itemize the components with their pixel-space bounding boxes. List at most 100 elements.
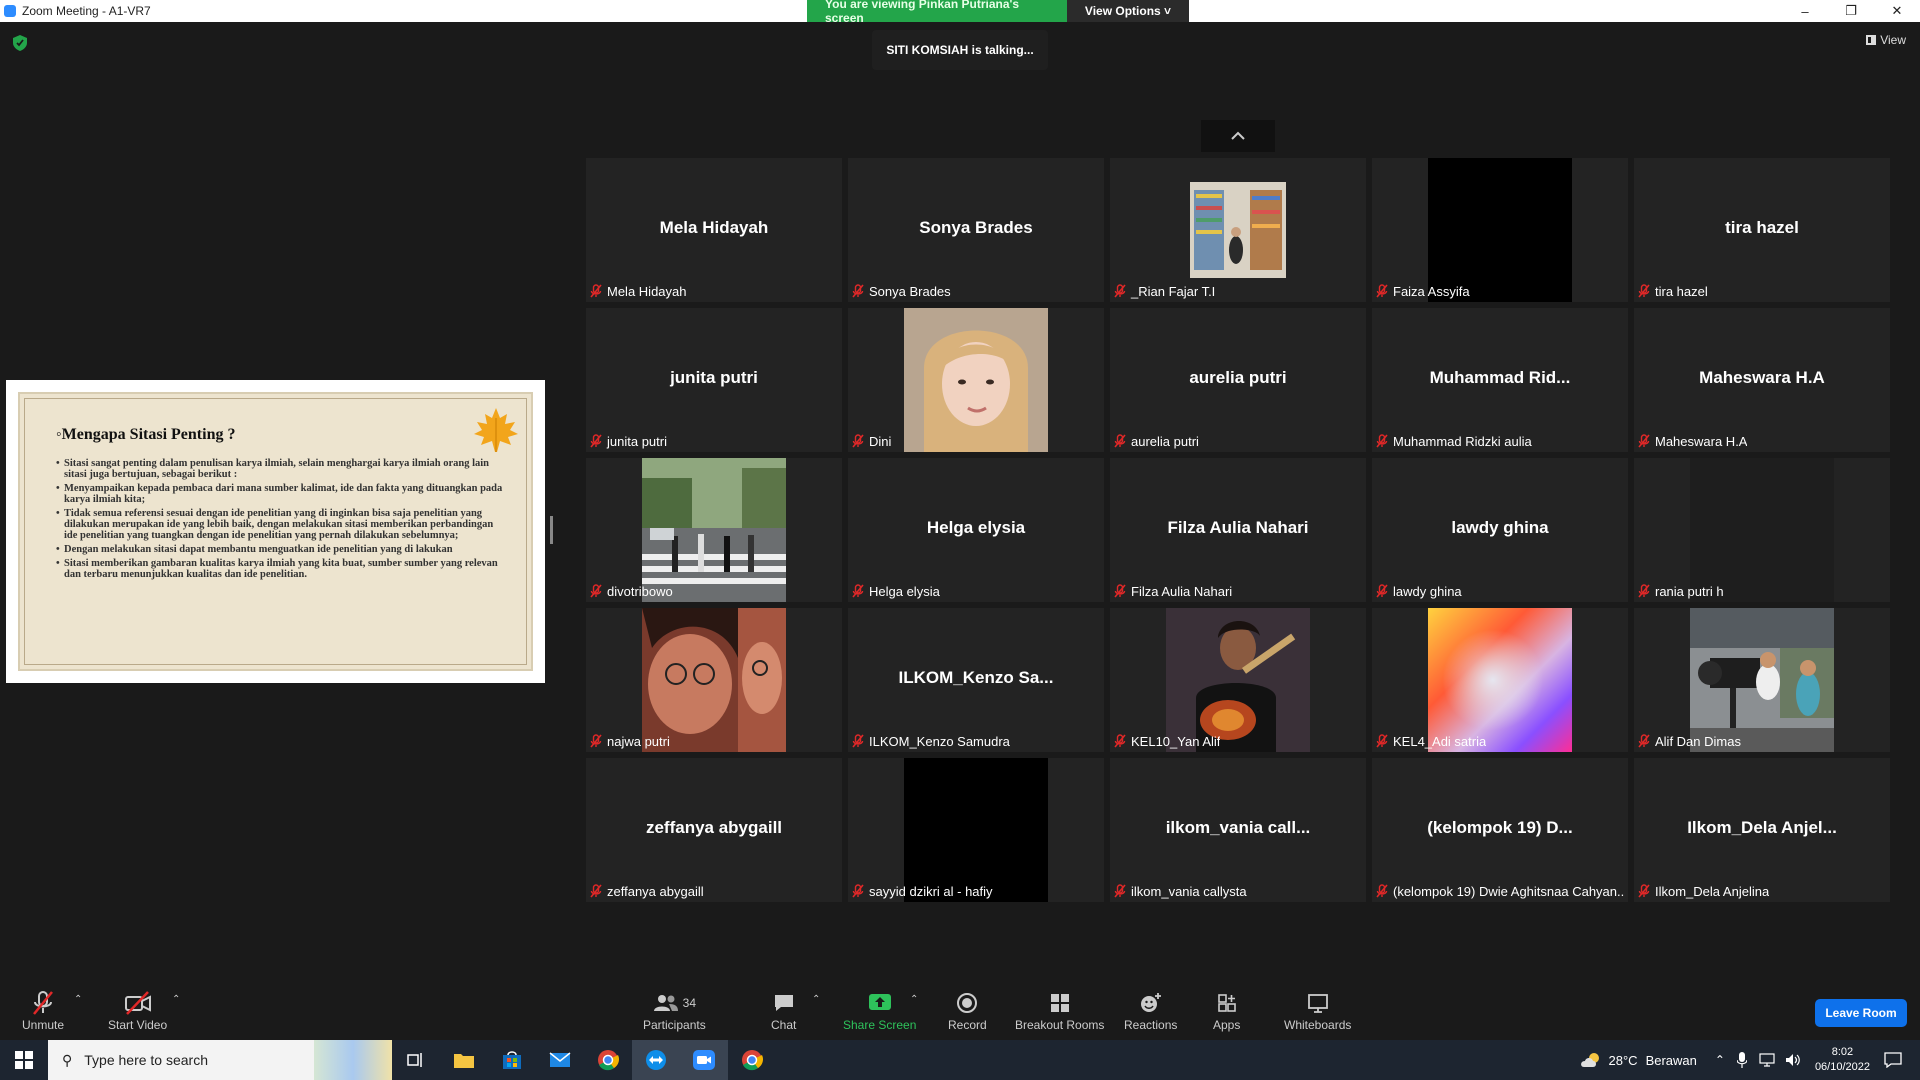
- participant-tile[interactable]: Dini: [848, 308, 1104, 452]
- participant-display-name: zeffanya abygaill: [645, 818, 783, 837]
- reactions-button[interactable]: Reactions: [1124, 990, 1177, 1032]
- participant-tile[interactable]: _Rian Fajar T.I: [1110, 158, 1366, 302]
- show-hidden-icons-chevron-icon[interactable]: ⌃: [1715, 1053, 1725, 1067]
- record-button[interactable]: Record: [948, 990, 987, 1032]
- participant-name: Dini: [869, 433, 892, 449]
- participant-tile[interactable]: Helga elysia Helga elysia: [848, 458, 1104, 602]
- notifications-icon[interactable]: [1884, 1052, 1902, 1068]
- task-view-button[interactable]: [392, 1040, 440, 1080]
- chat-button[interactable]: Chat: [771, 990, 796, 1032]
- apps-icon: [1217, 994, 1236, 1012]
- taskbar-clock[interactable]: 8:02 06/10/2022: [1815, 1045, 1870, 1075]
- shared-screen[interactable]: Mengapa Sitasi Penting ? Sitasi sangat p…: [6, 380, 545, 683]
- unmute-button[interactable]: Unmute: [22, 990, 64, 1032]
- participants-count: 34: [682, 996, 697, 1010]
- start-button[interactable]: [0, 1040, 48, 1080]
- participant-tile[interactable]: Filza Aulia Nahari Filza Aulia Nahari: [1110, 458, 1366, 602]
- participant-video: [1166, 158, 1310, 302]
- windows-taskbar: ⚲ Type here to search 28°C Berawan ⌃ 8:0…: [0, 1040, 1920, 1080]
- windows-logo-icon: [15, 1051, 33, 1069]
- breakout-rooms-button[interactable]: Breakout Rooms: [1015, 990, 1104, 1032]
- participant-tile[interactable]: najwa putri: [586, 608, 842, 752]
- participant-name-label: Helga elysia: [852, 582, 940, 600]
- mic-muted-icon: [852, 734, 864, 748]
- participants-button[interactable]: 34 Participants: [643, 990, 706, 1032]
- participant-name: Helga elysia: [869, 583, 940, 599]
- task-view-icon: [407, 1053, 422, 1067]
- chrome-icon: [598, 1050, 619, 1071]
- participant-tile[interactable]: Alif Dan Dimas: [1634, 608, 1890, 752]
- participant-display-name: tira hazel: [1725, 218, 1799, 237]
- participant-tile[interactable]: tira hazel tira hazel: [1634, 158, 1890, 302]
- participant-tile[interactable]: junita putri junita putri: [586, 308, 842, 452]
- view-button[interactable]: View: [1866, 33, 1906, 47]
- close-button[interactable]: ✕: [1874, 0, 1920, 22]
- participant-tile[interactable]: Mela Hidayah Mela Hidayah: [586, 158, 842, 302]
- store-app[interactable]: [488, 1040, 536, 1080]
- taskbar-search-box[interactable]: ⚲ Type here to search: [48, 1040, 392, 1080]
- file-explorer-app[interactable]: [440, 1040, 488, 1080]
- microphone-tray-icon[interactable]: [1736, 1052, 1747, 1068]
- maple-leaf-icon: [474, 408, 518, 452]
- minimize-button[interactable]: –: [1782, 0, 1828, 22]
- chrome-app[interactable]: [584, 1040, 632, 1080]
- participant-name-label: lawdy ghina: [1376, 582, 1462, 600]
- participant-tile[interactable]: ilkom_vania call... ilkom_vania callysta: [1110, 758, 1366, 902]
- participant-tile[interactable]: divotribowo: [586, 458, 842, 602]
- participant-name: Maheswara H.A: [1655, 433, 1748, 449]
- participant-tile[interactable]: ILKOM_Kenzo Sa... ILKOM_Kenzo Samudra: [848, 608, 1104, 752]
- weather-temperature[interactable]: 28°C: [1609, 1053, 1638, 1068]
- participant-name: ilkom_vania callysta: [1131, 883, 1247, 899]
- participant-tile[interactable]: Sonya Brades Sonya Brades: [848, 158, 1104, 302]
- participant-video: [1690, 608, 1834, 752]
- system-tray: 28°C Berawan ⌃ 8:02 06/10/2022: [1579, 1040, 1920, 1080]
- weather-description[interactable]: Berawan: [1646, 1053, 1697, 1068]
- participant-tile[interactable]: aurelia putri aurelia putri: [1110, 308, 1366, 452]
- mic-muted-icon: [1114, 584, 1126, 598]
- encryption-shield-icon[interactable]: [13, 35, 27, 51]
- share-options-caret[interactable]: ⌃: [910, 994, 918, 1005]
- leave-room-button[interactable]: Leave Room: [1815, 999, 1907, 1027]
- participant-tile[interactable]: Maheswara H.A Maheswara H.A: [1634, 308, 1890, 452]
- participant-name: tira hazel: [1655, 283, 1708, 299]
- chevron-up-icon: [1231, 131, 1245, 140]
- participant-name-label: sayyid dzikri al - hafiy: [852, 882, 993, 900]
- clock-date: 06/10/2022: [1814, 1061, 1870, 1073]
- network-icon[interactable]: [1759, 1053, 1775, 1067]
- audio-options-caret[interactable]: ⌃: [74, 994, 82, 1005]
- participant-tile[interactable]: Muhammad Rid... Muhammad Ridzki aulia: [1372, 308, 1628, 452]
- collapse-gallery-button[interactable]: [1201, 120, 1275, 152]
- participant-display-name: ilkom_vania call...: [1165, 818, 1311, 837]
- participant-tile[interactable]: zeffanya abygaill zeffanya abygaill: [586, 758, 842, 902]
- participant-tile[interactable]: Faiza Assyifa: [1372, 158, 1628, 302]
- participant-name-label: najwa putri: [590, 732, 670, 750]
- participant-tile[interactable]: sayyid dzikri al - hafiy: [848, 758, 1104, 902]
- participant-name-label: Sonya Brades: [852, 282, 951, 300]
- start-video-button[interactable]: Start Video: [108, 990, 167, 1032]
- share-screen-button[interactable]: Share Screen: [843, 990, 916, 1032]
- participant-video: [642, 458, 786, 602]
- participant-tile[interactable]: Ilkom_Dela Anjel... Ilkom_Dela Anjelina: [1634, 758, 1890, 902]
- view-options-button[interactable]: View Options ˅: [1067, 0, 1189, 22]
- participant-tile[interactable]: KEL10_Yan Alif: [1110, 608, 1366, 752]
- maximize-button[interactable]: ❐: [1828, 0, 1874, 22]
- video-options-caret[interactable]: ⌃: [172, 994, 180, 1005]
- mail-app[interactable]: [536, 1040, 584, 1080]
- participant-name: junita putri: [607, 433, 667, 449]
- apps-button[interactable]: Apps: [1213, 990, 1240, 1032]
- participant-tile[interactable]: rania putri h: [1634, 458, 1890, 602]
- participant-name-label: Muhammad Ridzki aulia: [1376, 432, 1532, 450]
- participant-name-label: KEL4_Adi satria: [1376, 732, 1486, 750]
- participant-tile[interactable]: lawdy ghina lawdy ghina: [1372, 458, 1628, 602]
- volume-icon[interactable]: [1785, 1053, 1801, 1067]
- participant-tile[interactable]: KEL4_Adi satria: [1372, 608, 1628, 752]
- chrome-app-2[interactable]: [728, 1040, 776, 1080]
- whiteboards-button[interactable]: Whiteboards: [1284, 990, 1351, 1032]
- chat-options-caret[interactable]: ⌃: [812, 994, 820, 1005]
- zoom-app[interactable]: [680, 1040, 728, 1080]
- participant-tile[interactable]: (kelompok 19) D... (kelompok 19) Dwie Agh…: [1372, 758, 1628, 902]
- teamviewer-app[interactable]: [632, 1040, 680, 1080]
- record-label: Record: [948, 1018, 987, 1032]
- chat-label: Chat: [771, 1018, 797, 1032]
- split-resize-handle[interactable]: [550, 516, 553, 544]
